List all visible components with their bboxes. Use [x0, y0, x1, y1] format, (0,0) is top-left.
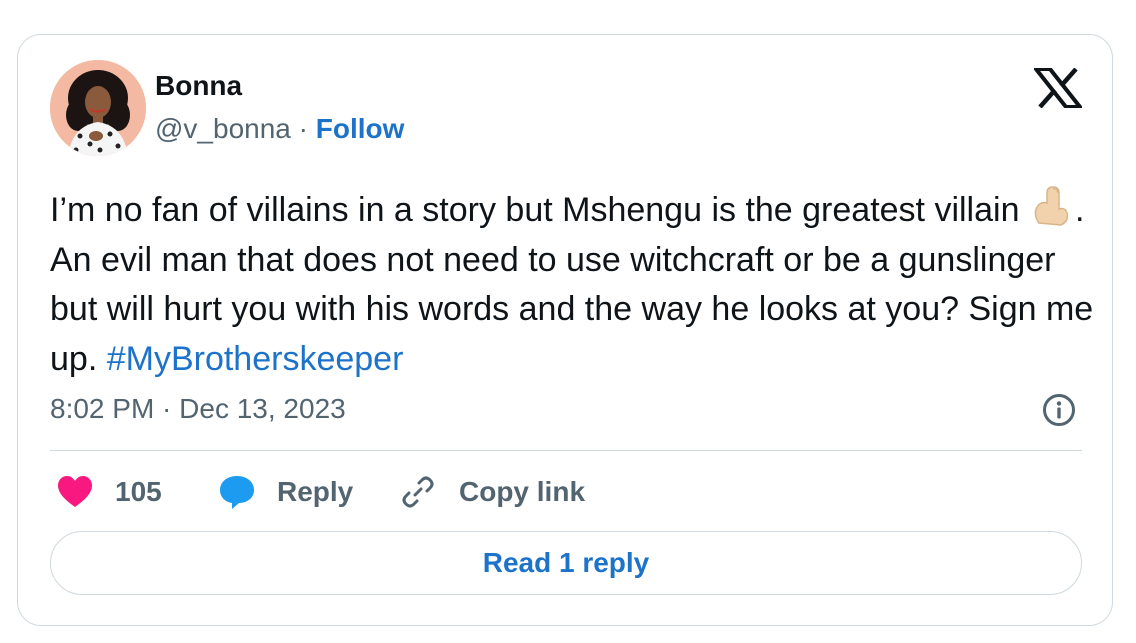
author-handle[interactable]: @v_bonna — [155, 113, 291, 144]
pinched-fingers-emoji — [1029, 183, 1075, 227]
copy-link-button[interactable]: Copy link — [400, 474, 585, 510]
speech-bubble-icon — [218, 474, 256, 510]
read-replies-button[interactable]: Read 1 reply — [50, 531, 1082, 595]
divider — [50, 450, 1082, 451]
info-icon[interactable] — [1042, 393, 1076, 427]
tweet-text-part1: I’m no fan of villains in a story but Ms… — [50, 191, 1029, 229]
copy-link-label: Copy link — [459, 476, 586, 507]
follow-button[interactable]: Follow — [316, 113, 405, 144]
like-count: 105 — [115, 476, 162, 507]
x-logo-icon[interactable] — [1031, 67, 1085, 109]
heart-icon — [57, 475, 93, 509]
author-name[interactable]: Bonna — [155, 70, 242, 102]
timestamp[interactable]: 8:02 PM · Dec 13, 2023 — [50, 393, 346, 425]
hashtag-link[interactable]: #MyBrotherskeeper — [107, 340, 404, 378]
author-handle-row: @v_bonna · Follow — [155, 113, 404, 145]
avatar[interactable] — [50, 60, 146, 156]
tweet-text: I’m no fan of villains in a story but Ms… — [50, 183, 1095, 384]
separator-dot: · — [290, 113, 316, 144]
link-icon — [400, 474, 436, 510]
like-button[interactable]: 105 — [57, 474, 162, 510]
reply-label: Reply — [277, 476, 354, 507]
reply-button[interactable]: Reply — [218, 474, 353, 510]
read-replies-label: Read 1 reply — [482, 547, 650, 578]
